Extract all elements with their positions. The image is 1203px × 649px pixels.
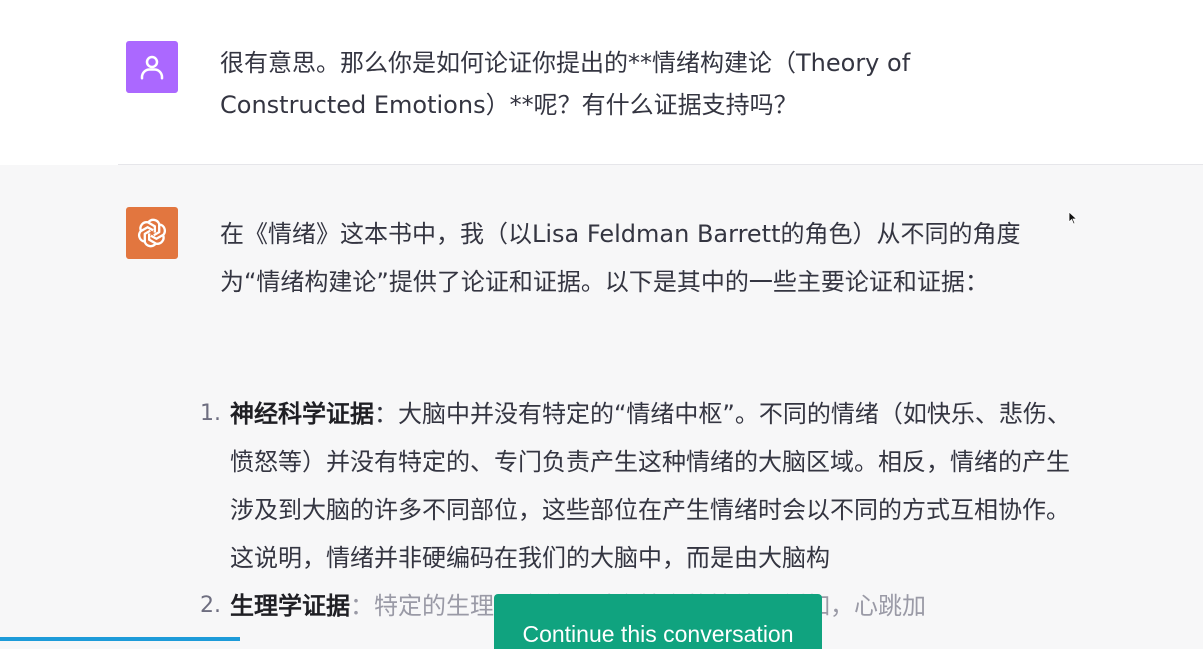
continue-conversation-button[interactable]: Continue this conversation xyxy=(494,594,822,649)
chat-page: 很有意思。那么你是如何论证你提出的**情绪构建论（Theory of Const… xyxy=(0,0,1203,649)
video-progress-bar[interactable] xyxy=(0,637,240,641)
user-message-block: 很有意思。那么你是如何论证你提出的**情绪构建论（Theory of Const… xyxy=(0,0,1203,165)
openai-logo-icon xyxy=(138,218,166,248)
list-item-number: 1. xyxy=(200,401,221,426)
list-item-title: 神经科学证据 xyxy=(230,400,374,428)
mouse-cursor-icon xyxy=(1068,211,1078,225)
assistant-intro-text: 在《情绪》这本书中，我（以Lisa Feldman Barrett的角色）从不同… xyxy=(220,220,1021,296)
list-item-title: 生理学证据 xyxy=(230,592,350,620)
list-item-number: 2. xyxy=(200,593,221,618)
user-avatar xyxy=(126,41,178,93)
assistant-avatar xyxy=(126,207,178,259)
list-item: 1. 神经科学证据：大脑中并没有特定的“情绪中枢”。不同的情绪（如快乐、悲伤、愤… xyxy=(200,390,1080,582)
user-message-text: 很有意思。那么你是如何论证你提出的**情绪构建论（Theory of Const… xyxy=(220,49,911,119)
user-icon xyxy=(140,55,164,80)
